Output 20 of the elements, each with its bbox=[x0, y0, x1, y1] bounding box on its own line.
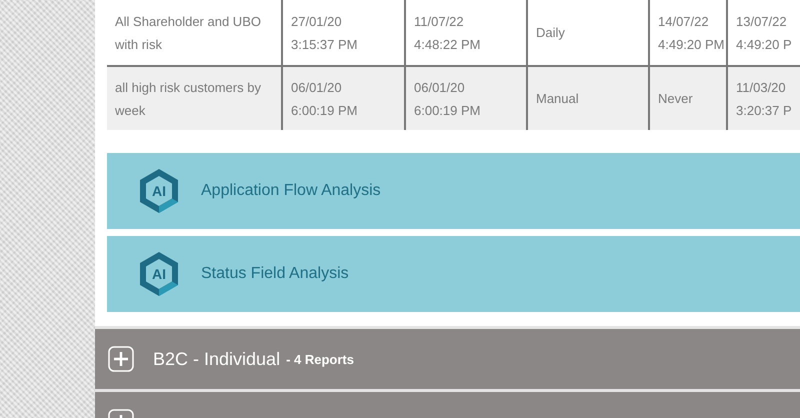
ai-hexagon-icon: AI bbox=[137, 250, 181, 298]
report-group-header[interactable]: B2C - Individual - 4 Reports bbox=[95, 326, 800, 389]
table-cell-text: Never bbox=[658, 90, 693, 108]
analysis-link[interactable]: AI Application Flow Analysis bbox=[107, 153, 800, 229]
table-cell-text: 13/07/22 4:49:20 P bbox=[736, 12, 792, 54]
table-cell-text: 27/01/20 3:15:37 PM bbox=[291, 12, 358, 54]
analysis-link[interactable]: AI Status Field Analysis bbox=[107, 236, 800, 312]
table-cell-text: 06/01/20 6:00:19 PM bbox=[291, 78, 358, 120]
ai-hexagon-icon: AI bbox=[137, 167, 181, 215]
table-cell-text: Manual bbox=[536, 90, 579, 108]
group-title: B2C - Individual bbox=[153, 348, 280, 370]
table-cell-text: 06/01/20 6:00:19 PM bbox=[414, 78, 480, 120]
table-cell-text: 14/07/22 4:49:20 PM bbox=[658, 12, 724, 54]
table-cell-text: All Shareholder and UBO with risk bbox=[115, 12, 262, 54]
table-cell-text: 11/03/20 3:20:37 P bbox=[736, 78, 792, 120]
expand-icon[interactable] bbox=[108, 346, 134, 372]
table-cell-text: all high risk customers by week bbox=[115, 78, 262, 120]
report-count: - 4 Reports bbox=[286, 352, 354, 366]
table-cell-text: Daily bbox=[536, 24, 565, 42]
table-cell-text: 11/07/22 4:48:22 PM bbox=[414, 12, 480, 54]
